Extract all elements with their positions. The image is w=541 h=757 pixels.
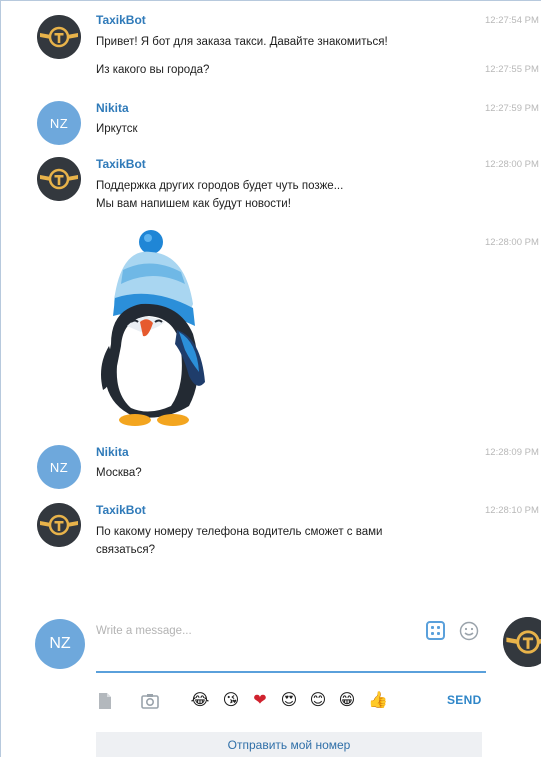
taxi-logo-icon	[37, 503, 81, 547]
message-time: 12:28:09 PM	[485, 447, 539, 458]
taxikbot-avatar[interactable]	[37, 157, 81, 201]
message-text: По какому номеру телефона водитель сможе…	[96, 523, 382, 559]
message-time: 12:27:54 PM	[485, 15, 539, 26]
own-avatar[interactable]: NZ	[35, 619, 85, 669]
compose-toolbar: 😂 😘 ❤ 😍 😊 😁 👍 SEND	[96, 689, 496, 715]
penguin-sticker[interactable]	[93, 226, 223, 431]
message-time: 12:28:00 PM	[485, 159, 539, 170]
taxikbot-avatar[interactable]	[37, 15, 81, 59]
emoji-kiss[interactable]: 😘	[221, 690, 241, 710]
message-time: 12:28:10 PM	[485, 505, 539, 516]
message-line: Мы вам напишем как будут новости!	[96, 198, 291, 210]
taxikbot-avatar[interactable]	[37, 503, 81, 547]
emoji-heart-eyes[interactable]: 😍	[279, 690, 299, 710]
emoji-heart[interactable]: ❤	[250, 690, 270, 710]
message-line: связаться?	[96, 544, 156, 556]
message-time: 12:27:55 PM	[485, 64, 539, 75]
message-time: 12:28:00 PM	[485, 237, 539, 248]
message-text: Поддержка других городов будет чуть позж…	[96, 177, 343, 213]
chat-window: TaxikBot Привет! Я бот для заказа такси.…	[0, 0, 541, 757]
camera-icon[interactable]	[141, 692, 159, 710]
emoji-grin[interactable]: 😁	[337, 690, 357, 710]
taxi-logo-icon	[503, 617, 541, 667]
send-phone-number-button[interactable]: Отправить мой номер	[96, 732, 482, 757]
message-time: 12:27:59 PM	[485, 103, 539, 114]
file-icon[interactable]	[96, 692, 114, 710]
send-button[interactable]: SEND	[447, 693, 482, 707]
bot-commands-icon[interactable]	[426, 621, 445, 640]
user-avatar[interactable]: NZ	[37, 445, 81, 489]
message-text: Из какого вы города?	[96, 61, 209, 79]
taxi-logo-icon	[37, 157, 81, 201]
bot-avatar-compose[interactable]	[503, 617, 541, 667]
message-author[interactable]: TaxikBot	[96, 157, 146, 171]
message-line: Иркутск	[96, 123, 138, 135]
emoji-joy[interactable]: 😂	[190, 690, 210, 710]
message-author[interactable]: TaxikBot	[96, 13, 146, 27]
message-author[interactable]: Nikita	[96, 101, 129, 115]
taxi-logo-icon	[37, 15, 81, 59]
message-line: Привет! Я бот для заказа такси. Давайте …	[96, 36, 388, 48]
message-text: Иркутск	[96, 120, 138, 138]
message-author[interactable]: TaxikBot	[96, 503, 146, 517]
message-line: Поддержка других городов будет чуть позж…	[96, 180, 344, 192]
message-line: Москва?	[96, 467, 142, 479]
message-author[interactable]: Nikita	[96, 445, 129, 459]
emoji-thumbs-up[interactable]: 👍	[368, 690, 388, 710]
user-avatar[interactable]: NZ	[37, 101, 81, 145]
message-text: Москва?	[96, 464, 142, 482]
emoji-picker-icon[interactable]	[459, 621, 479, 641]
message-line: По какому номеру телефона водитель сможе…	[96, 526, 383, 538]
emoji-blush[interactable]: 😊	[308, 690, 328, 710]
message-line: Из какого вы города?	[96, 64, 210, 76]
message-text: Привет! Я бот для заказа такси. Давайте …	[96, 33, 388, 51]
